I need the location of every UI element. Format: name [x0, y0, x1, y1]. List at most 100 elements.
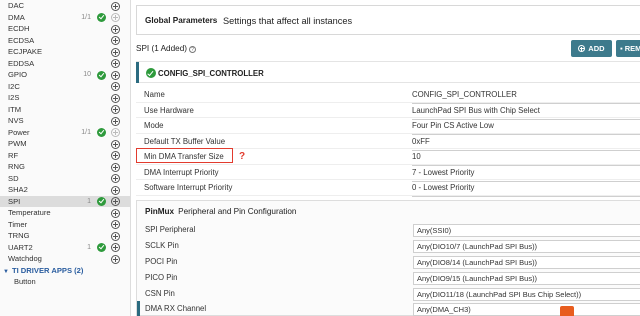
sidebar-item-label: RNG — [8, 162, 25, 171]
sidebar-item-rng[interactable]: RNG — [0, 161, 130, 173]
help-icon[interactable]: ? — [188, 46, 196, 53]
csn-pin-select[interactable]: Any(DIO11/18 (LaunchPad SPI Bus Chip Sel… — [413, 288, 640, 301]
software-interrupt-priority-select[interactable]: 0 - Lowest Priority — [412, 183, 640, 197]
add-circle-icon[interactable] — [111, 139, 120, 149]
add-circle-icon[interactable] — [111, 116, 120, 126]
check-circle-icon — [97, 128, 106, 137]
sidebar-item-rf[interactable]: RF — [0, 150, 130, 162]
sidebar-item-i2c[interactable]: I2C — [0, 81, 130, 93]
sidebar-item-ecdh[interactable]: ECDH — [0, 23, 130, 35]
add-circle-icon[interactable] — [111, 151, 120, 160]
sidebar-item-label: Power — [8, 127, 30, 137]
sidebar-item-nvs[interactable]: NVS — [0, 115, 130, 127]
sidebar-item-label: SPI — [8, 196, 21, 206]
pinmux-header[interactable]: PinMux Peripheral and Pin Configuration — [145, 207, 296, 216]
sidebar-item-eddsa[interactable]: EDDSA — [0, 58, 130, 70]
sidebar-item-label: Timer — [8, 219, 28, 229]
add-circle-icon[interactable] — [111, 93, 120, 103]
sidebar-item-gpio[interactable]: GPIO 10 — [0, 69, 130, 81]
add-circle-icon[interactable] — [111, 36, 120, 45]
param-row-default-tx: Default TX Buffer Value 0xFF — [136, 134, 640, 151]
sidebar-item-uart2[interactable]: UART2 1 — [0, 242, 130, 254]
sidebar-item-label: Temperature — [8, 208, 51, 217]
floating-widget-icon[interactable] — [560, 306, 574, 316]
sidebar-item-label: SD — [8, 173, 19, 183]
sidebar-item-pwm[interactable]: PWM — [0, 138, 130, 150]
sidebar-item-sha2[interactable]: SHA2 — [0, 184, 130, 196]
dma-accent-bar — [137, 301, 140, 316]
ti-driver-apps-group[interactable]: ▼ TI DRIVER APPS (2) — [0, 265, 130, 277]
sidebar-item-button[interactable]: Button — [0, 277, 130, 287]
annotation-question-mark: ? — [239, 151, 246, 162]
sidebar-item-power[interactable]: Power 1/1 — [0, 127, 130, 139]
add-button-label: ADD — [588, 44, 605, 53]
sidebar-item-label: I2C — [8, 81, 20, 91]
sidebar-item-ecdsa[interactable]: ECDSA — [0, 35, 130, 47]
add-circle-icon[interactable] — [111, 220, 120, 229]
pin-label: SCLK Pin — [145, 241, 179, 250]
add-circle-icon[interactable] — [111, 1, 120, 11]
sidebar-item-label: TRNG — [8, 231, 30, 240]
check-circle-icon — [97, 13, 106, 22]
remove-button-label: REM — [624, 44, 640, 53]
poci-pin-select[interactable]: Any(DIO8/14 (LaunchPad SPI Bus)) — [413, 256, 640, 269]
spi-peripheral-select[interactable]: Any(SSI0) — [413, 224, 640, 237]
sidebar-item-sd[interactable]: SD — [0, 173, 130, 185]
add-circle-icon[interactable] — [111, 254, 120, 264]
sidebar-item-ecjpake[interactable]: ECJPAKE — [0, 46, 130, 58]
pinmux-section: PinMux Peripheral and Pin Configuration S… — [136, 200, 640, 316]
param-label: Use Hardware — [144, 105, 194, 115]
add-circle-icon[interactable] — [111, 197, 120, 206]
sidebar-item-trng[interactable]: TRNG — [0, 230, 130, 242]
param-row-dma-priority: DMA Interrupt Priority 7 - Lowest Priori… — [136, 165, 640, 182]
sidebar-item-label: ITM — [8, 104, 22, 114]
sidebar-item-label: ECJPAKE — [8, 47, 43, 56]
param-row-swi-priority: Software Interrupt Priority 0 - Lowest P… — [136, 180, 640, 197]
sidebar-item-label: ECDSA — [8, 35, 35, 45]
add-circle-icon[interactable] — [111, 105, 120, 114]
add-circle-icon[interactable] — [111, 208, 120, 218]
dma-rx-channel-select[interactable]: Any(DMA_CH3) — [413, 303, 640, 316]
sidebar-item-itm[interactable]: ITM — [0, 104, 130, 116]
module-sidebar: DAC DMA 1/1 ECDH ECDSA ECJPAKE EDDSA GPIO 10 I2C I… — [0, 0, 131, 316]
add-circle-icon — [111, 13, 120, 22]
sidebar-item-label: DAC — [8, 1, 25, 10]
sidebar-item-dac[interactable]: DAC — [0, 0, 130, 12]
sidebar-item-watchdog[interactable]: Watchdog — [0, 253, 130, 265]
global-parameters-header[interactable]: Global Parameters Settings that affect a… — [136, 5, 640, 35]
add-circle-icon[interactable] — [111, 243, 120, 252]
pico-pin-select[interactable]: Any(DIO9/15 (LaunchPad SPI Bus)) — [413, 272, 640, 285]
add-circle-icon[interactable] — [111, 174, 120, 183]
add-circle-icon[interactable] — [111, 24, 120, 34]
instance-header[interactable]: CONFIG_SPI_CONTROLLER — [136, 61, 640, 83]
pinmux-description: Peripheral and Pin Configuration — [178, 207, 297, 216]
check-circle-icon — [146, 68, 156, 78]
sclk-pin-select[interactable]: Any(DIO10/7 (LaunchPad SPI Bus)) — [413, 240, 640, 253]
sidebar-item-label: NVS — [8, 116, 24, 125]
add-circle-icon[interactable] — [111, 185, 120, 195]
pin-row-spi-peripheral: SPI Peripheral Any(SSI0) — [137, 222, 640, 238]
instance-count: 1 — [87, 243, 91, 251]
add-circle-icon[interactable] — [111, 82, 120, 91]
sidebar-item-label: Watchdog — [8, 254, 42, 263]
param-label: Default TX Buffer Value — [144, 136, 226, 146]
add-circle-icon[interactable] — [111, 47, 120, 57]
add-circle-icon[interactable] — [111, 70, 120, 80]
add-circle-icon[interactable] — [111, 59, 120, 68]
add-circle-icon[interactable] — [111, 162, 120, 172]
sidebar-item-spi[interactable]: SPI 1 — [0, 195, 130, 207]
main-panel: Global Parameters Settings that affect a… — [132, 0, 640, 316]
annotation-highlight-box — [136, 148, 233, 163]
add-circle-icon[interactable] — [111, 231, 120, 241]
instance-count: 10 — [83, 71, 91, 78]
param-row-name: Name CONFIG_SPI_CONTROLLER — [136, 87, 640, 104]
sidebar-item-i2s[interactable]: I2S — [0, 92, 130, 104]
pin-row-pico: PICO Pin Any(DIO9/15 (LaunchPad SPI Bus)… — [137, 270, 640, 286]
sidebar-item-timer[interactable]: Timer — [0, 219, 130, 231]
sidebar-item-label: DMA — [8, 12, 25, 22]
sidebar-item-label: EDDSA — [8, 58, 35, 68]
sidebar-item-temperature[interactable]: Temperature — [0, 207, 130, 219]
add-instance-button[interactable]: ADD — [571, 40, 612, 57]
sidebar-item-dma[interactable]: DMA 1/1 — [0, 12, 130, 24]
remove-instance-button[interactable]: ▪ REM — [616, 40, 640, 57]
